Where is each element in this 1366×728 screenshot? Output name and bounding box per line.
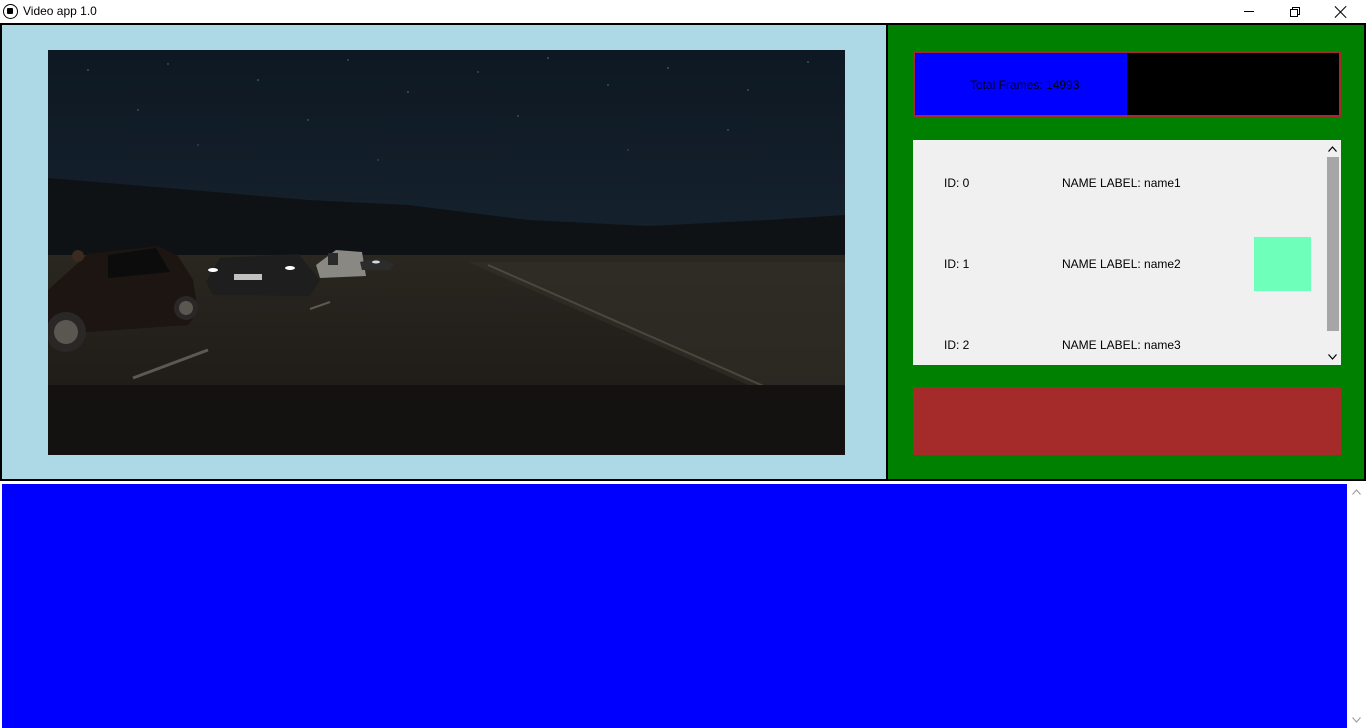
chevron-down-icon — [1328, 353, 1337, 360]
chevron-up-icon — [1328, 145, 1337, 152]
red-panel — [913, 387, 1341, 455]
list-item-id: ID: 1 — [944, 257, 970, 271]
scroll-thumb[interactable] — [1327, 157, 1339, 331]
total-frames-label: Total Frames: 14993 — [970, 78, 1080, 92]
window-title: Video app 1.0 — [23, 4, 97, 18]
minimize-icon — [1244, 11, 1254, 12]
list-item[interactable]: ID: 2 NAME LABEL: name3 — [913, 314, 1323, 365]
color-swatch — [1254, 237, 1311, 291]
list-item-name: NAME LABEL: name1 — [1062, 176, 1181, 190]
video-frame[interactable] — [48, 50, 845, 455]
list-item-id: ID: 2 — [944, 338, 970, 352]
bottom-scroll-up-button[interactable] — [1348, 483, 1365, 500]
chevron-down-icon — [1352, 716, 1361, 723]
list-item-id: ID: 0 — [944, 176, 970, 190]
list-item[interactable]: ID: 0 NAME LABEL: name1 — [913, 152, 1323, 212]
bottom-scrollbar[interactable] — [1347, 481, 1366, 728]
restore-button[interactable] — [1272, 0, 1318, 23]
bottom-scroll-down-button[interactable] — [1348, 711, 1365, 728]
list-item-name: NAME LABEL: name2 — [1062, 257, 1181, 271]
list-item-name: NAME LABEL: name3 — [1062, 338, 1181, 352]
list-scrollbar[interactable] — [1324, 140, 1341, 365]
restore-icon — [1290, 6, 1300, 17]
video-image — [48, 50, 845, 455]
id-list[interactable]: ID: 0 NAME LABEL: name1 ID: 1 NAME LABEL… — [913, 140, 1341, 365]
progress-bar: Total Frames: 14993 — [913, 51, 1341, 117]
minimize-button[interactable] — [1226, 0, 1272, 23]
chevron-up-icon — [1352, 488, 1361, 495]
title-bar: Video app 1.0 — [0, 0, 1366, 23]
close-icon — [1335, 6, 1347, 18]
bottom-panel — [2, 484, 1347, 728]
close-button[interactable] — [1318, 0, 1364, 23]
app-icon — [3, 4, 18, 19]
scroll-up-button[interactable] — [1324, 140, 1341, 157]
scroll-down-button[interactable] — [1324, 348, 1341, 365]
